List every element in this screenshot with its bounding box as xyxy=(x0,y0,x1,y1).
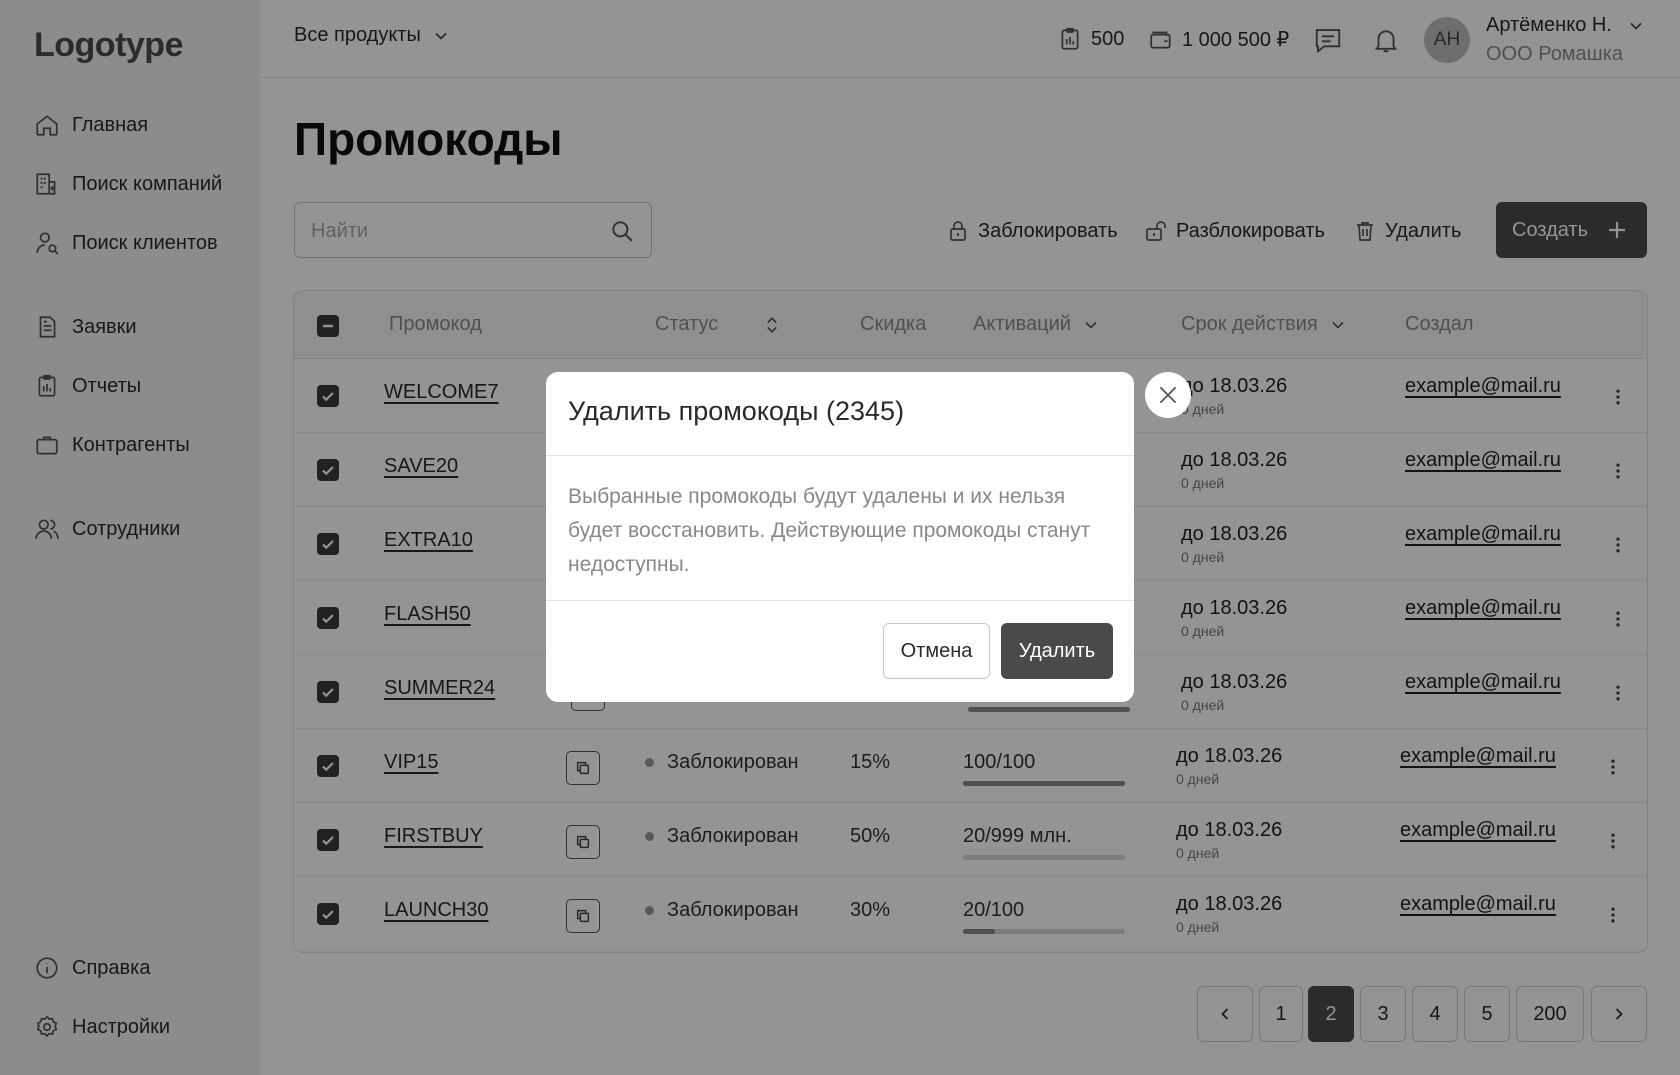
delete-confirm-dialog: Удалить промокоды (2345) Выбранные промо… xyxy=(546,372,1134,702)
cancel-button[interactable]: Отмена xyxy=(883,623,990,679)
dialog-title: Удалить промокоды (2345) xyxy=(568,396,905,426)
dialog-message: Выбранные промокоды будут удалены и их н… xyxy=(568,485,1091,576)
divider xyxy=(546,600,1134,601)
close-dialog-button[interactable] xyxy=(1145,372,1191,418)
confirm-delete-button[interactable]: Удалить xyxy=(1001,623,1113,679)
divider xyxy=(546,455,1134,456)
close-icon xyxy=(1155,382,1181,408)
